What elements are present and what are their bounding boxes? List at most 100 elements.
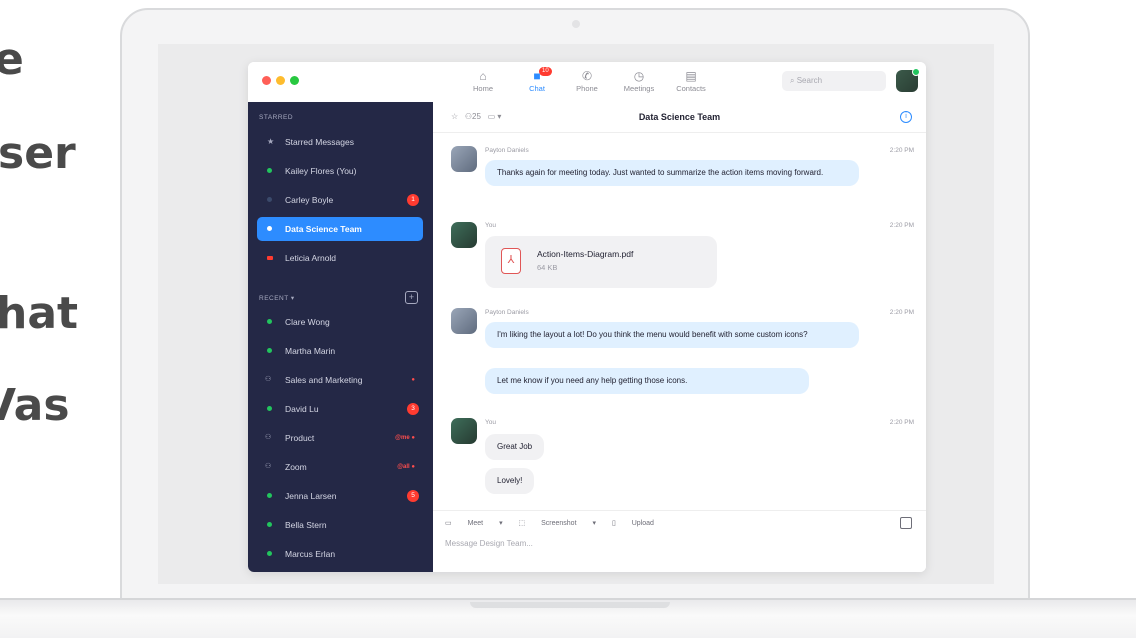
emoji-icon[interactable] <box>900 517 912 529</box>
sidebar-item-data-science-team[interactable]: Data Science Team <box>257 217 423 241</box>
chat-header: ☆ ⚇25 ▭ ▾ Data Science Team i <box>433 102 926 133</box>
video-icon <box>267 256 273 260</box>
mention-tag: @all ● <box>397 464 415 470</box>
sidebar-item-bella-stern[interactable]: Bella Stern <box>257 513 423 537</box>
avatar-you[interactable] <box>451 418 477 444</box>
nav-phone[interactable]: ✆ Phone <box>562 68 612 93</box>
sidebar-item-label: Starred Messages <box>285 137 354 147</box>
info-icon[interactable]: i <box>900 111 912 123</box>
group-icon: ⚇ <box>265 463 272 470</box>
zoom-chat-window: ⌂ Home ■ 10 Chat ✆ Phone ◷ Meetings ▤ Co… <box>248 62 926 572</box>
background-text-line-2: ser <box>0 128 76 179</box>
unread-badge: 1 <box>407 194 419 206</box>
unread-badge: 3 <box>407 403 419 415</box>
sidebar-item-starred-messages[interactable]: ★ Starred Messages <box>257 130 423 154</box>
sidebar-item-jenna-larsen[interactable]: Jenna Larsen 5 <box>257 484 423 508</box>
nav-chat[interactable]: ■ 10 Chat <box>512 67 562 93</box>
background-text-line-1: e <box>0 34 24 85</box>
sidebar-item-label: Carley Boyle <box>285 195 334 205</box>
camera-icon: ▭ <box>445 520 454 527</box>
chat-pane: ☆ ⚇25 ▭ ▾ Data Science Team i Payton Dan… <box>433 102 926 572</box>
sidebar-item-david-lu[interactable]: David Lu 3 <box>257 397 423 421</box>
meet-label: Meet <box>467 520 484 527</box>
online-status-dot <box>267 168 272 173</box>
group-icon: ⚇ <box>265 376 272 383</box>
recent-heading[interactable]: RECENT ▾ <box>259 294 295 302</box>
sidebar-item-label: Marcus Erlan <box>285 549 336 559</box>
pdf-file-icon: ⅄ <box>501 248 521 274</box>
message-time: 2:20 PM <box>889 309 914 316</box>
upload-button[interactable]: ▯ Upload <box>612 520 668 527</box>
nav-phone-label: Phone <box>576 84 598 93</box>
sidebar-item-carley-boyle[interactable]: Carley Boyle 1 <box>257 188 423 212</box>
profile-avatar[interactable] <box>896 68 920 92</box>
starred-heading: STARRED <box>259 114 294 121</box>
avatar-payton-daniels[interactable] <box>451 146 477 172</box>
screenshot-icon: ⬚ <box>518 520 528 527</box>
sidebar-item-label: Leticia Arnold <box>285 253 337 263</box>
mention-tag: @me ● <box>395 435 415 441</box>
message-composer: ▭ Meet ▾ ⬚ Screenshot ▾ ▯ Upload Message… <box>433 510 926 572</box>
sidebar-item-product[interactable]: ⚇ Product @me ● <box>257 426 423 450</box>
nav-meetings[interactable]: ◷ Meetings <box>614 68 664 93</box>
sidebar-item-label: Zoom <box>285 462 307 472</box>
close-window-button[interactable] <box>262 76 271 85</box>
laptop-camera <box>572 20 580 28</box>
home-icon: ⌂ <box>479 69 487 83</box>
contacts-icon: ▤ <box>685 69 697 83</box>
minimize-window-button[interactable] <box>276 76 285 85</box>
message-input[interactable]: Message Design Team... <box>445 539 533 548</box>
message-bubble: Lovely! <box>485 468 535 494</box>
screenshot-button[interactable]: ⬚ Screenshot ▾ <box>519 520 596 527</box>
mention-tag: ● <box>411 377 415 383</box>
channel-dot <box>267 226 272 231</box>
message-time: 2:20 PM <box>889 222 914 229</box>
message-time: 2:20 PM <box>889 419 914 426</box>
nav-contacts[interactable]: ▤ Contacts <box>666 68 716 93</box>
message-bubble: Let me know if you need any help getting… <box>485 368 809 394</box>
message-sender: You <box>485 419 496 426</box>
search-input[interactable]: ⌕ Search <box>782 71 886 91</box>
sidebar-item-zoom[interactable]: ⚇ Zoom @all ● <box>257 455 423 479</box>
top-bar: ⌂ Home ■ 10 Chat ✆ Phone ◷ Meetings ▤ Co… <box>248 62 926 103</box>
sidebar-item-label: Bella Stern <box>285 520 327 530</box>
message-bubble: Great Job <box>485 434 545 460</box>
sidebar-item-sales-and-marketing[interactable]: ⚇ Sales and Marketing ● <box>257 368 423 392</box>
sidebar-item-label: Product <box>285 433 315 443</box>
online-status-dot <box>267 551 272 556</box>
background-text-line-4: Vas <box>0 380 70 431</box>
sidebar-item-marcus-erlan[interactable]: Marcus Erlan <box>257 542 423 566</box>
nav-home[interactable]: ⌂ Home <box>458 68 508 93</box>
message-bubble: I'm liking the layout a lot! Do you thin… <box>485 322 859 348</box>
offline-status-dot <box>267 197 272 202</box>
sidebar-item-kailey-flores[interactable]: Kailey Flores (You) <box>257 159 423 183</box>
sidebar-item-label: Martha Marin <box>285 346 336 356</box>
laptop-notch <box>470 602 670 608</box>
maximize-window-button[interactable] <box>290 76 299 85</box>
sidebar-item-label: Clare Wong <box>285 317 330 327</box>
sidebar-item-martha-marin[interactable]: Martha Marin <box>257 339 423 363</box>
add-chat-icon[interactable]: + <box>405 291 418 304</box>
sidebar-item-label: Kailey Flores (You) <box>285 166 357 176</box>
sidebar-item-clare-wong[interactable]: Clare Wong <box>257 310 423 334</box>
file-name: Action-Items-Diagram.pdf <box>537 249 634 259</box>
chat-title: Data Science Team <box>638 112 721 122</box>
nav-meetings-label: Meetings <box>623 84 655 93</box>
message-time: 2:20 PM <box>889 147 914 154</box>
message-sender: You <box>485 222 496 229</box>
nav-contacts-label: Contacts <box>676 84 706 93</box>
search-icon: ⌕ <box>790 76 797 85</box>
sidebar-item-leticia-arnold[interactable]: Leticia Arnold <box>257 246 423 270</box>
screenshot-label: Screenshot <box>541 520 577 527</box>
online-status-dot <box>267 348 272 353</box>
message-bubble: Thanks again for meeting today. Just wan… <box>485 160 859 186</box>
file-attachment[interactable]: ⅄ Action-Items-Diagram.pdf 64 KB <box>485 236 717 288</box>
online-status-dot <box>267 522 272 527</box>
meet-button[interactable]: ▭ Meet ▾ <box>445 520 503 527</box>
online-status-dot <box>267 493 272 498</box>
avatar-you[interactable] <box>451 222 477 248</box>
sidebar-item-label: Data Science Team <box>285 224 362 234</box>
avatar-payton-daniels[interactable] <box>451 308 477 334</box>
clock-icon: ◷ <box>633 69 645 83</box>
file-icon: ▯ <box>611 520 618 527</box>
